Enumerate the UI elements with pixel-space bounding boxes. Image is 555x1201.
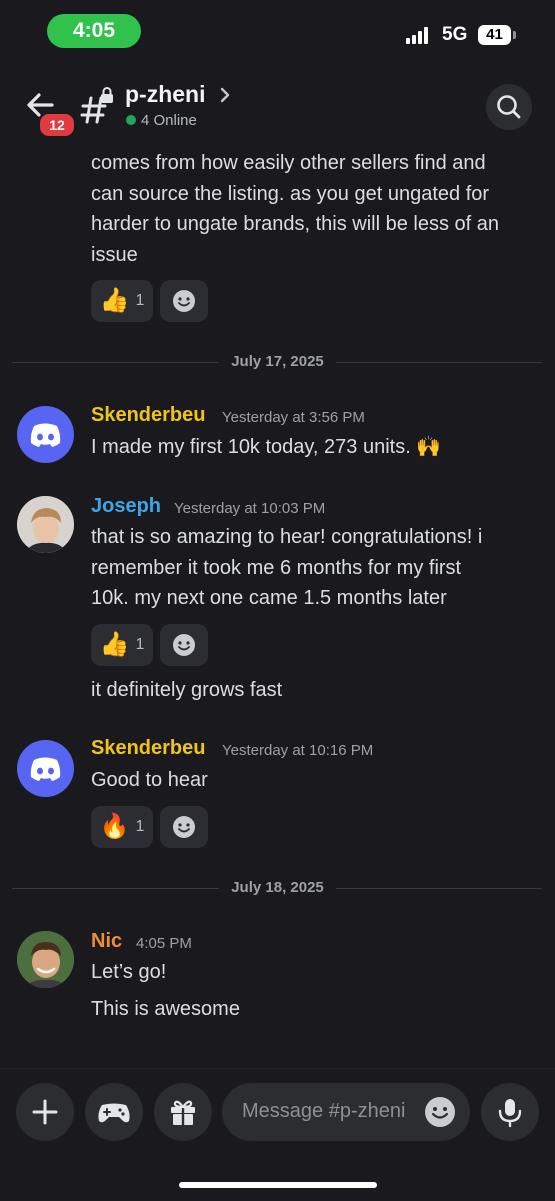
avatar-photo [17,496,74,553]
search-button[interactable] [486,84,532,130]
date-divider: July 18, 2025 [0,879,555,896]
add-reaction-icon [173,290,195,312]
discord-logo-icon [30,757,61,781]
add-reaction-button[interactable] [160,624,208,666]
microphone-icon [498,1099,522,1128]
message-list[interactable]: comes from how easily other sellers find… [0,148,555,1068]
emoji-icon[interactable] [423,1095,457,1129]
date-divider: July 17, 2025 [0,353,555,370]
gamepad-icon [98,1103,130,1123]
add-reaction-button[interactable] [160,806,208,848]
voice-message-button[interactable] [481,1083,539,1141]
online-count: 4 Online [126,112,197,129]
network-label: 5G [442,24,468,45]
attach-button[interactable] [16,1083,74,1141]
message-line: issue [91,244,138,266]
message-line: can source the listing. as you get ungat… [91,183,490,205]
plus-icon [32,1099,58,1125]
online-dot [126,115,136,125]
message-line: that is so amazing to hear! congratulati… [91,526,483,548]
add-reaction-button[interactable] [160,280,208,322]
avatar-joseph[interactable] [17,496,74,553]
avatar-discord[interactable] [17,740,74,797]
battery-icon: 41 [478,25,511,45]
reaction-thumbs-up[interactable]: 👍 1 [91,280,153,322]
author-name[interactable]: Skenderbeu [91,404,205,427]
gift-button[interactable] [154,1083,212,1141]
add-reaction-icon [173,816,195,838]
status-time: 4:05 [47,14,141,48]
channel-hash-lock-icon [80,87,113,124]
author-name[interactable]: Joseph [91,495,161,518]
discord-logo-icon [30,423,61,447]
message-text: I made my first 10k today, 273 units. 🙌 [91,436,442,458]
thumbs-up-icon: 👍 [99,287,130,314]
message-line: 10k. my next one came 1.5 months later [91,587,447,609]
message-timestamp: Yesterday at 10:03 PM [174,500,326,517]
message-placeholder: Message #p-zheni [242,1100,406,1122]
channel-header: 12 p-zheni 4 Online [0,64,555,148]
chevron-right-icon[interactable] [218,84,232,106]
home-indicator[interactable] [179,1182,377,1188]
message-text: Let’s go! [91,961,167,983]
reaction-thumbs-up[interactable]: 👍 1 [91,624,153,666]
avatar-discord[interactable] [17,406,74,463]
message-timestamp: 4:05 PM [136,935,192,952]
reaction-fire[interactable]: 🔥 1 [91,806,153,848]
message-line: harder to ungate brands, this will be le… [91,213,500,235]
channel-name[interactable]: p-zheni [125,81,206,108]
activities-button[interactable] [85,1083,143,1141]
signal-icon [406,26,432,44]
author-name[interactable]: Nic [91,930,122,953]
fire-icon: 🔥 [99,813,130,840]
battery-cap [513,31,516,39]
message-input[interactable]: Message #p-zheni [222,1083,470,1141]
message-text: it definitely grows fast [91,679,283,701]
avatar-nic[interactable] [17,931,74,988]
reaction-count: 1 [135,818,145,835]
message-text: This is awesome [91,998,240,1020]
message-line: comes from how easily other sellers find… [91,152,486,174]
reaction-count: 1 [135,292,145,309]
status-bar: 4:05 5G 41 [0,0,555,64]
message-line: remember it took me 6 months for my firs… [91,557,462,579]
message-timestamp: Yesterday at 10:16 PM [222,742,374,759]
search-icon [497,95,521,119]
author-name[interactable]: Skenderbeu [91,737,205,760]
message-text: Good to hear [91,769,208,791]
online-label: 4 Online [141,112,197,129]
gift-icon [171,1100,195,1125]
avatar-photo [17,931,74,988]
reaction-count: 1 [135,636,145,653]
message-timestamp: Yesterday at 3:56 PM [222,409,365,426]
add-reaction-icon [173,634,195,656]
thumbs-up-icon: 👍 [99,631,130,658]
unread-badge: 12 [38,112,76,138]
